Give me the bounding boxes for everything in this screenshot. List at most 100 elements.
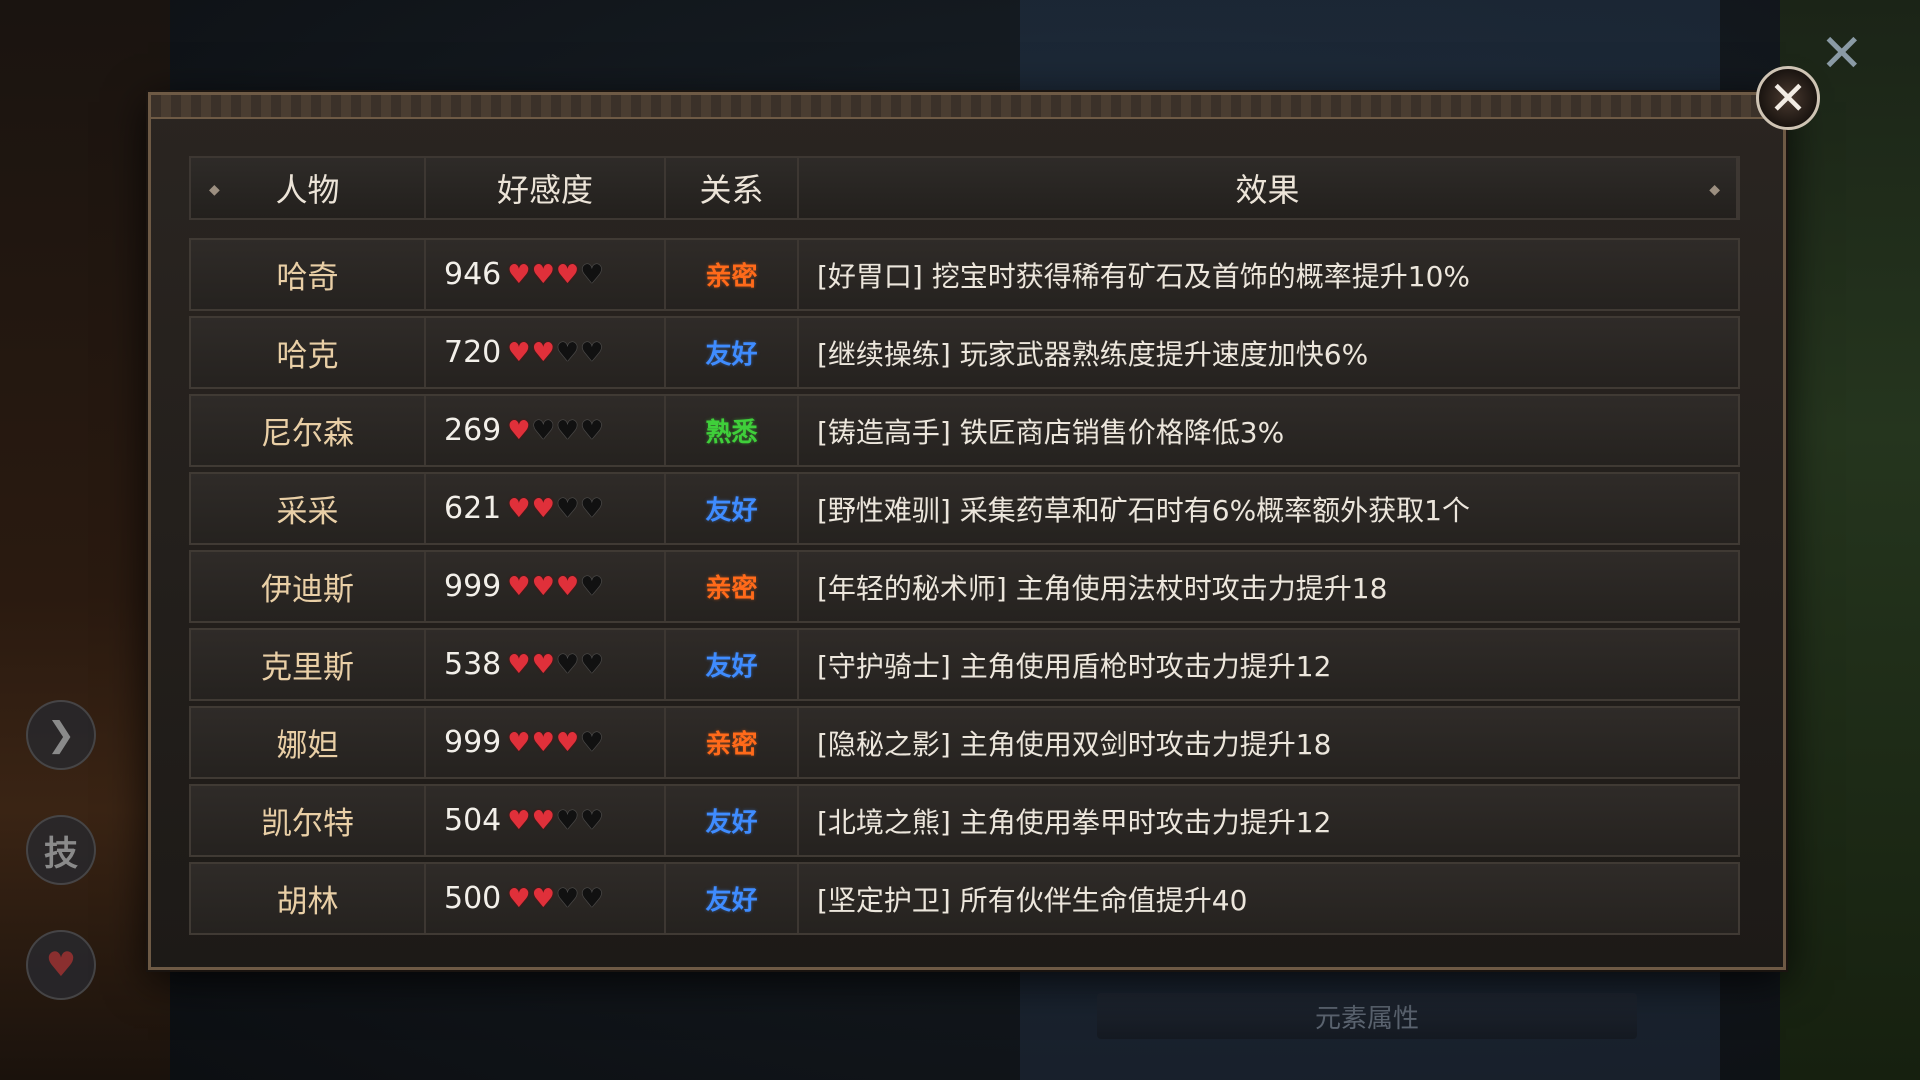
heart-empty-icon: ♥	[555, 493, 580, 524]
affection-button[interactable]: ♥	[26, 930, 96, 1000]
favor-cell: 720 ♥ ♥ ♥ ♥	[426, 318, 666, 387]
character-name: 哈奇	[191, 240, 426, 309]
heart-filled-icon: ♥	[531, 571, 555, 602]
heart-filled-icon: ♥	[555, 571, 580, 602]
favor-value: 500	[444, 881, 502, 916]
heart-filled-icon: ♥	[531, 493, 555, 524]
favor-cell: 269 ♥ ♥ ♥ ♥	[426, 396, 666, 465]
heart-empty-icon: ♥	[555, 883, 580, 914]
corner-close-icon[interactable]: ✕	[1820, 28, 1864, 80]
heart-filled-icon: ♥	[507, 805, 531, 836]
heart-filled-icon: ♥	[531, 727, 555, 758]
relation-badge: 熟悉	[666, 396, 799, 465]
heart-filled-icon: ♥	[507, 571, 531, 602]
character-name: 哈克	[191, 318, 426, 387]
heart-empty-icon: ♥	[555, 805, 580, 836]
close-button[interactable]: ✕	[1756, 66, 1820, 130]
favor-value: 538	[444, 647, 502, 682]
relation-badge: 亲密	[666, 708, 799, 777]
table-row: 哈奇 946 ♥ ♥ ♥ ♥ 亲密 [好胃口] 挖宝时获得稀有矿石及首饰的概率提升10%	[189, 238, 1740, 311]
character-name: 伊迪斯	[191, 552, 426, 621]
character-name: 克里斯	[191, 630, 426, 699]
favor-cell: 946 ♥ ♥ ♥ ♥	[426, 240, 666, 309]
effect-text: [坚定护卫] 所有伙伴生命值提升40	[817, 883, 1248, 917]
expand-arrow-button[interactable]: ❯	[26, 700, 96, 770]
favor-value: 621	[444, 491, 502, 526]
heart-filled-icon: ♥	[531, 259, 555, 290]
favor-cell: 999 ♥ ♥ ♥ ♥	[426, 708, 666, 777]
heart-empty-icon: ♥	[580, 493, 604, 524]
heart-filled-icon: ♥	[531, 649, 555, 680]
table-row: 胡林 500 ♥ ♥ ♥ ♥ 友好 [坚定护卫] 所有伙伴生命值提升40	[189, 862, 1740, 935]
favor-cell: 999 ♥ ♥ ♥ ♥	[426, 552, 666, 621]
heart-filled-icon: ♥	[507, 727, 531, 758]
effect-text: [好胃口] 挖宝时获得稀有矿石及首饰的概率提升10%	[817, 259, 1470, 293]
header-favor: 好感度	[426, 158, 666, 218]
relation-badge: 友好	[666, 786, 799, 855]
heart-empty-icon: ♥	[580, 259, 604, 290]
relation-badge: 友好	[666, 474, 799, 543]
heart-filled-icon: ♥	[507, 337, 531, 368]
heart-filled-icon: ♥	[507, 649, 531, 680]
table-row: 采采 621 ♥ ♥ ♥ ♥ 友好 [野性难驯] 采集药草和矿石时有6%概率额外获取1个	[189, 472, 1740, 545]
heart-filled-icon: ♥	[507, 415, 531, 446]
heart-filled-icon: ♥	[531, 337, 555, 368]
effect-text: [继续操练] 玩家武器熟练度提升速度加快6%	[817, 337, 1369, 371]
table-row: 尼尔森 269 ♥ ♥ ♥ ♥ 熟悉 [铸造高手] 铁匠商店销售价格降低3%	[189, 394, 1740, 467]
character-name: 凯尔特	[191, 786, 426, 855]
effect-text: [铸造高手] 铁匠商店销售价格降低3%	[817, 415, 1285, 449]
heart-filled-icon: ♥	[507, 493, 531, 524]
heart-filled-icon: ♥	[531, 805, 555, 836]
element-attribute-tab[interactable]: 元素属性	[1097, 993, 1637, 1039]
heart-filled-icon: ♥	[555, 727, 580, 758]
character-name: 采采	[191, 474, 426, 543]
skill-button[interactable]: 技	[26, 815, 96, 885]
arrow-right-icon: ❯	[46, 715, 76, 755]
favor-value: 946	[444, 257, 502, 292]
heart-empty-icon: ♥	[555, 337, 580, 368]
close-icon: ✕	[1768, 71, 1808, 125]
panel-ornament-bar	[151, 95, 1783, 119]
heart-empty-icon: ♥	[580, 649, 604, 680]
heart-filled-icon: ♥	[507, 259, 531, 290]
heart-icon: ♥	[45, 945, 77, 985]
heart-empty-icon: ♥	[555, 649, 580, 680]
skill-label: 技	[44, 833, 78, 874]
heart-empty-icon: ♥	[580, 337, 604, 368]
background-right	[1780, 0, 1920, 1080]
character-name: 胡林	[191, 864, 426, 933]
heart-filled-icon: ♥	[507, 883, 531, 914]
heart-empty-icon: ♥	[555, 415, 580, 446]
favor-value: 269	[444, 413, 502, 448]
favor-value: 720	[444, 335, 502, 370]
element-attribute-label: 元素属性	[1314, 1003, 1419, 1034]
relation-badge: 友好	[666, 630, 799, 699]
heart-empty-icon: ♥	[580, 805, 604, 836]
relation-badge: 亲密	[666, 552, 799, 621]
favor-cell: 504 ♥ ♥ ♥ ♥	[426, 786, 666, 855]
table-header: ◆ 人物 好感度 关系 效果 ◆	[189, 156, 1740, 220]
favor-value: 999	[444, 725, 502, 760]
heart-filled-icon: ♥	[555, 259, 580, 290]
header-diamond-left-icon: ◆	[209, 182, 220, 198]
favor-value: 999	[444, 569, 502, 604]
character-name: 尼尔森	[191, 396, 426, 465]
effect-text: [隐秘之影] 主角使用双剑时攻击力提升18	[817, 727, 1332, 761]
table-row: 克里斯 538 ♥ ♥ ♥ ♥ 友好 [守护骑士] 主角使用盾枪时攻击力提升12	[189, 628, 1740, 701]
favor-cell: 538 ♥ ♥ ♥ ♥	[426, 630, 666, 699]
header-name: 人物	[191, 158, 426, 218]
header-relation: 关系	[666, 158, 799, 218]
header-diamond-right-icon: ◆	[1709, 182, 1720, 198]
table-row: 哈克 720 ♥ ♥ ♥ ♥ 友好 [继续操练] 玩家武器熟练度提升速度加快6%	[189, 316, 1740, 389]
effect-text: [年轻的秘术师] 主角使用法杖时攻击力提升18	[817, 571, 1388, 605]
favor-cell: 621 ♥ ♥ ♥ ♥	[426, 474, 666, 543]
favor-cell: 500 ♥ ♥ ♥ ♥	[426, 864, 666, 933]
header-effect: 效果	[799, 158, 1738, 218]
effect-text: [守护骑士] 主角使用盾枪时攻击力提升12	[817, 649, 1332, 683]
affection-table: 哈奇 946 ♥ ♥ ♥ ♥ 亲密 [好胃口] 挖宝时获得稀有矿石及首饰的概率提升10% 哈克 7…	[189, 238, 1740, 940]
effect-text: [北境之熊] 主角使用拳甲时攻击力提升12	[817, 805, 1332, 839]
character-name: 娜妲	[191, 708, 426, 777]
relation-badge: 亲密	[666, 240, 799, 309]
relation-badge: 友好	[666, 318, 799, 387]
heart-filled-icon: ♥	[531, 883, 555, 914]
